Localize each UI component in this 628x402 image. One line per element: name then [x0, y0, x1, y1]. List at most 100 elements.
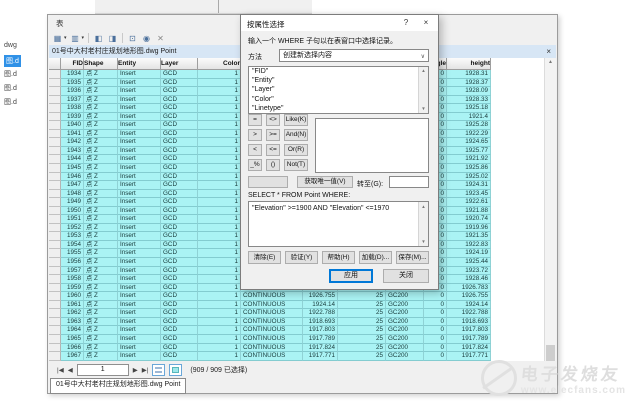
- field-list-item[interactable]: "Entity": [249, 76, 428, 85]
- operator-button-()[interactable]: (): [266, 159, 280, 171]
- load-button[interactable]: 加载(D)...: [359, 251, 392, 264]
- help-button[interactable]: 帮助(H): [322, 251, 355, 264]
- close-icon[interactable]: ×: [546, 45, 551, 58]
- row-selector[interactable]: [49, 292, 61, 301]
- field-list-item[interactable]: "Linetype": [249, 104, 428, 113]
- row-selector[interactable]: [49, 232, 61, 241]
- operator-button-<[interactable]: <: [248, 144, 262, 156]
- field-list-scrollbar[interactable]: ▲▼: [418, 67, 428, 113]
- scroll-up-icon[interactable]: ▲: [419, 67, 428, 75]
- table-row[interactable]: 1960点 ZInsertGCD1CONTINUOUS1926.75525GC2…: [49, 292, 546, 301]
- row-selector[interactable]: [49, 258, 61, 267]
- table-row[interactable]: 1962点 ZInsertGCD1CONTINUOUS1922.78825GC2…: [49, 309, 546, 318]
- related-tables-icon[interactable]: ▥: [70, 33, 81, 44]
- column-header-entity[interactable]: Entity: [118, 58, 161, 70]
- table-row[interactable]: 1965点 ZInsertGCD1CONTINUOUS1917.78925GC2…: [49, 335, 546, 344]
- clear-selection-icon[interactable]: ⊡: [127, 33, 138, 44]
- row-selector[interactable]: [49, 70, 61, 79]
- table-bottom-tab[interactable]: 01号中大村老村庄规划地形图.dwg Point: [50, 378, 186, 394]
- scroll-up-icon[interactable]: ▲: [419, 202, 428, 211]
- table-options-icon[interactable]: ▦: [52, 33, 63, 44]
- row-selector[interactable]: [49, 224, 61, 233]
- operator-button-<=[interactable]: <=: [266, 144, 280, 156]
- field-list-item[interactable]: "FID": [249, 67, 428, 76]
- table-row[interactable]: 1964点 ZInsertGCD1CONTINUOUS1917.80325GC2…: [49, 326, 546, 335]
- row-selector[interactable]: [49, 96, 61, 105]
- table-row[interactable]: 1967点 ZInsertGCD1CONTINUOUS1917.77125GC2…: [49, 352, 546, 361]
- previous-record-button[interactable]: ◀: [68, 366, 73, 374]
- row-selector[interactable]: [49, 87, 61, 96]
- operator-button-<>[interactable]: <>: [266, 114, 280, 126]
- row-selector[interactable]: [49, 155, 61, 164]
- help-icon[interactable]: ?: [396, 15, 416, 31]
- dialog-titlebar[interactable]: 按属性选择 ? ×: [241, 15, 438, 31]
- dropdown-caret-icon[interactable]: ▾: [82, 35, 85, 41]
- field-list-item[interactable]: "Layer": [249, 85, 428, 94]
- row-selector[interactable]: [49, 104, 61, 113]
- table-row[interactable]: 1966点 ZInsertGCD1CONTINUOUS1917.82425GC2…: [49, 344, 546, 353]
- clear-button[interactable]: 清除(E): [248, 251, 281, 264]
- row-selector[interactable]: [49, 241, 61, 250]
- row-selector[interactable]: [49, 326, 61, 335]
- row-selector[interactable]: [49, 267, 61, 276]
- operator-button->[interactable]: >: [248, 129, 262, 141]
- show-selected-records-button[interactable]: [169, 364, 182, 376]
- row-selector[interactable]: [49, 309, 61, 318]
- operator-button-=[interactable]: =: [248, 114, 262, 126]
- column-header-shape[interactable]: Shape: [84, 58, 118, 70]
- record-number-input[interactable]: 1: [77, 364, 129, 376]
- row-selector[interactable]: [49, 79, 61, 88]
- row-selector[interactable]: [49, 130, 61, 139]
- show-all-records-button[interactable]: [152, 364, 165, 376]
- save-button[interactable]: 保存(M)...: [396, 251, 429, 264]
- field-list[interactable]: "FID""Entity""Layer""Color""Linetype"▲▼: [248, 66, 429, 114]
- row-selector[interactable]: [49, 215, 61, 224]
- zoom-to-selected-icon[interactable]: ◉: [141, 33, 152, 44]
- close-button[interactable]: 关闭: [383, 269, 429, 283]
- operator-button-or(r)[interactable]: Or(R): [284, 144, 308, 156]
- row-selector[interactable]: [49, 198, 61, 207]
- row-selector[interactable]: [49, 284, 61, 293]
- goto-input[interactable]: [389, 176, 429, 188]
- last-record-button[interactable]: ▶|: [142, 366, 149, 374]
- toc-item[interactable]: 图.d: [4, 83, 17, 93]
- next-record-button[interactable]: ▶: [133, 366, 138, 374]
- column-header-layer[interactable]: Layer: [161, 58, 198, 70]
- switch-selection-icon[interactable]: ◨: [107, 33, 118, 44]
- table-row[interactable]: 1961点 ZInsertGCD1CONTINUOUS1924.1425GC20…: [49, 301, 546, 310]
- row-selector[interactable]: [49, 147, 61, 156]
- operator-button->=[interactable]: >=: [266, 129, 280, 141]
- get-unique-values-button[interactable]: 获取唯一值(V): [297, 176, 353, 188]
- toc-item[interactable]: 图.d: [4, 69, 17, 79]
- row-selector[interactable]: [49, 318, 61, 327]
- close-icon[interactable]: ×: [416, 15, 436, 31]
- row-selector[interactable]: [49, 121, 61, 130]
- dropdown-caret-icon[interactable]: ▾: [64, 35, 67, 41]
- field-list-item[interactable]: "Color": [249, 95, 428, 104]
- toc-item[interactable]: 图.d: [4, 97, 17, 107]
- row-selector[interactable]: [49, 335, 61, 344]
- row-selector[interactable]: [49, 164, 61, 173]
- row-selector[interactable]: [49, 190, 61, 199]
- row-selector[interactable]: [49, 113, 61, 122]
- row-selector[interactable]: [49, 138, 61, 147]
- row-selector[interactable]: [49, 173, 61, 182]
- scroll-up-icon[interactable]: ▲: [545, 58, 556, 67]
- row-selector[interactable]: [49, 207, 61, 216]
- verify-button[interactable]: 验证(Y): [285, 251, 318, 264]
- unique-values-box[interactable]: [315, 118, 429, 173]
- operator-button-not(t)[interactable]: Not(T): [284, 159, 308, 171]
- scroll-down-icon[interactable]: ▼: [419, 105, 428, 113]
- column-header-fid[interactable]: FID: [61, 58, 84, 70]
- table-row[interactable]: 1963点 ZInsertGCD1CONTINUOUS1918.69325GC2…: [49, 318, 546, 327]
- toc-item[interactable]: 图.d: [4, 55, 21, 67]
- row-selector[interactable]: [49, 275, 61, 284]
- operator-button-like(k)[interactable]: Like(K): [284, 114, 308, 126]
- apply-button[interactable]: 应用: [329, 269, 373, 283]
- row-selector[interactable]: [49, 352, 61, 361]
- row-selector[interactable]: [49, 181, 61, 190]
- operator-button-and(n)[interactable]: And(N): [284, 129, 308, 141]
- row-selector[interactable]: [49, 344, 61, 353]
- row-selector[interactable]: [49, 249, 61, 258]
- toc-item[interactable]: dwg: [4, 42, 17, 49]
